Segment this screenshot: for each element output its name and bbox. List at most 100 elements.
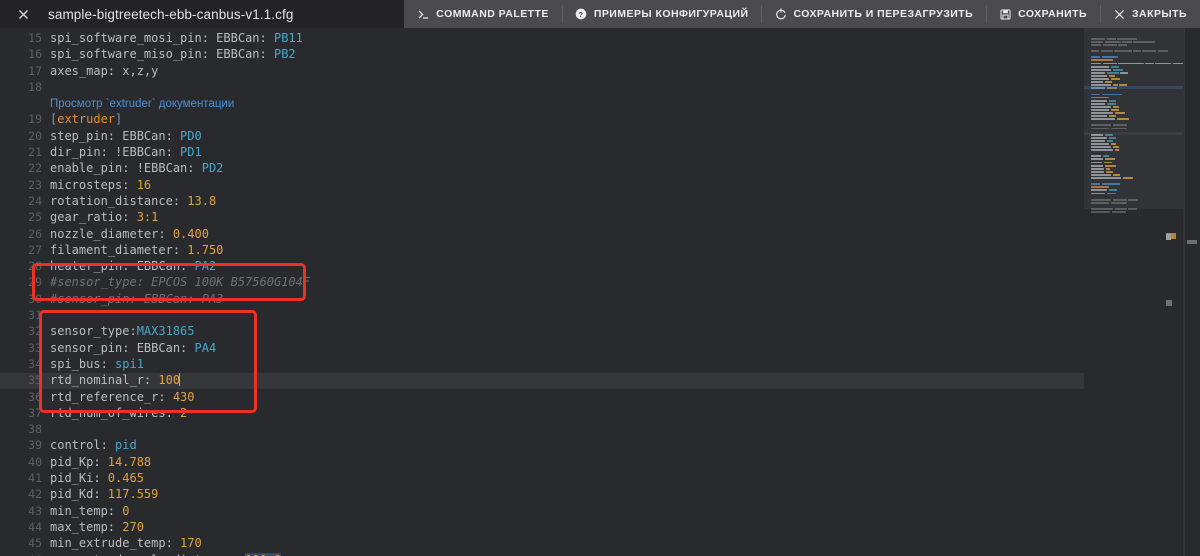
minimap-marker	[1166, 234, 1171, 240]
code-line[interactable]: 26 nozzle_diameter: 0.400	[0, 226, 1084, 242]
close-window-icon[interactable]	[10, 1, 36, 27]
code-token: pid_Ki:	[50, 471, 108, 486]
line-number: 27	[28, 242, 42, 257]
title-bar: sample-bigtreetech-ebb-canbus-v1.1.cfg C…	[0, 0, 1200, 28]
line-number: 34	[28, 356, 42, 371]
code-line[interactable]: 28 heater_pin: EBBCan: PA2	[0, 258, 1084, 274]
code-token: 100	[158, 373, 181, 388]
code-token: spi_software_mosi_pin: EBBCan:	[50, 31, 274, 45]
code-line[interactable]: 44 max_temp: 270	[0, 519, 1084, 535]
code-token: 14.788	[107, 454, 152, 469]
line-number: 25	[28, 210, 42, 225]
code-line-text: pid_Kp: 14.788	[50, 454, 151, 470]
line-number: 31	[28, 308, 42, 323]
code-token: PB11	[273, 31, 303, 45]
code-token: ]	[115, 112, 123, 127]
code-line[interactable]: 23 microsteps: 16	[0, 177, 1084, 193]
line-number: 18	[28, 79, 42, 94]
code-line[interactable]: 39 control: pid	[0, 437, 1084, 453]
code-line[interactable]: 25 gear_ratio: 3:1	[0, 209, 1084, 225]
code-line[interactable]: 22 enable_pin: !EBBCan: PD2	[0, 160, 1084, 176]
code-token: 430	[172, 389, 195, 404]
code-token: PA4	[194, 340, 217, 355]
code-token: PD1	[180, 145, 202, 160]
code-line[interactable]: 36 rtd_reference_r: 430	[0, 389, 1084, 405]
code-line-text: dir_pin: !EBBCan: PD1	[50, 144, 202, 160]
code-line[interactable]: 27 filament_diameter: 1.750	[0, 242, 1084, 258]
file-name-title: sample-bigtreetech-ebb-canbus-v1.1.cfg	[48, 6, 294, 22]
code-line[interactable]: 32 sensor_type:MAX31865	[0, 323, 1084, 339]
code-line[interactable]: 17 axes_map: x,z,y	[0, 63, 1084, 79]
code-line-text: nozzle_diameter: 0.400	[50, 226, 209, 242]
code-token: rtd_nominal_r:	[50, 373, 159, 388]
code-pane[interactable]: 15 spi_software_mosi_pin: EBBCan: PB11 16 s…	[0, 28, 1084, 556]
code-line-text: rtd_reference_r: 430	[50, 389, 195, 405]
code-token: 13.8	[187, 193, 217, 208]
code-line[interactable]: 46 max_extrude_only_distance: 100.0	[0, 552, 1084, 556]
code-line[interactable]: 41 pid_Ki: 0.465	[0, 470, 1084, 486]
code-line[interactable]: 19 [extruder]	[0, 111, 1084, 127]
code-line[interactable]: 20 step_pin: EBBCan: PD0	[0, 128, 1084, 144]
code-token: MAX31865	[136, 324, 195, 339]
code-line-text: #sensor_type: EPCOS 100K B57560G104F	[50, 274, 310, 290]
config-examples-button[interactable]: ? ПРИМЕРЫ КОНФИГУРАЦИЙ	[561, 0, 762, 28]
config-editor-window: sample-bigtreetech-ebb-canbus-v1.1.cfg C…	[0, 0, 1200, 556]
line-number: 24	[28, 193, 42, 208]
title-bar-left: sample-bigtreetech-ebb-canbus-v1.1.cfg	[0, 0, 405, 28]
line-number: 40	[28, 454, 42, 469]
line-number: 19	[28, 112, 42, 127]
code-line[interactable]: Просмотр `extruder` документации	[0, 95, 1084, 111]
code-line[interactable]: 38	[0, 421, 1084, 437]
save-button[interactable]: СОХРАНИТЬ	[986, 0, 1100, 28]
code-token: sensor_type:	[50, 324, 137, 339]
code-line-text: Просмотр `extruder` документации	[50, 95, 234, 112]
line-number: 32	[28, 324, 42, 339]
code-line-text: rtd_num_of_wires: 2	[50, 405, 187, 421]
code-line[interactable]: 24 rotation_distance: 13.8	[0, 193, 1084, 209]
line-number: 44	[28, 519, 42, 534]
code-token: 2	[180, 405, 188, 420]
code-line[interactable]: 45 min_extrude_temp: 170	[0, 535, 1084, 551]
line-number: 28	[28, 259, 42, 274]
overview-ruler-scrollbar[interactable]	[1184, 28, 1200, 556]
code-line-text: step_pin: EBBCan: PD0	[50, 128, 202, 144]
code-line[interactable]: 21 dir_pin: !EBBCan: PD1	[0, 144, 1084, 160]
code-line[interactable]: 42 pid_Kd: 117.559	[0, 486, 1084, 502]
line-number: 43	[28, 503, 42, 518]
code-line-text: filament_diameter: 1.750	[50, 242, 223, 258]
code-line[interactable]: 37 rtd_num_of_wires: 2	[0, 405, 1084, 421]
command-palette-button[interactable]: COMMAND PALETTE	[404, 0, 562, 28]
close-editor-button[interactable]: ЗАКРЫТЬ	[1100, 0, 1200, 28]
code-line-text: #sensor_pin: EBBCan: PA3	[50, 291, 223, 307]
svg-text:?: ?	[579, 10, 584, 19]
line-number: 30	[28, 291, 42, 306]
code-lines-container[interactable]: 15 spi_software_mosi_pin: EBBCan: PB11 16 s…	[0, 30, 1084, 556]
text-cursor	[179, 373, 181, 387]
code-token: spi_bus:	[50, 356, 116, 371]
code-line[interactable]: 15 spi_software_mosi_pin: EBBCan: PB11	[0, 30, 1084, 46]
code-line[interactable]: 16 spi_software_miso_pin: EBBCan: PB2	[0, 46, 1084, 62]
code-token: 0	[122, 503, 130, 518]
code-token: pid_Kd:	[50, 487, 108, 502]
code-line[interactable]: 40 pid_Kp: 14.788	[0, 454, 1084, 470]
code-editor[interactable]: 15 spi_software_mosi_pin: EBBCan: PB11 16 s…	[0, 28, 1200, 556]
code-line[interactable]: 33 sensor_pin: EBBCan: PA4	[0, 340, 1084, 356]
code-token: microsteps:	[50, 177, 137, 192]
code-line[interactable]: 43 min_temp: 0	[0, 503, 1084, 519]
code-token: spi1	[115, 356, 144, 371]
code-line[interactable]: 30 #sensor_pin: EBBCan: PA3	[0, 291, 1084, 307]
code-line[interactable]: 34 spi_bus: spi1	[0, 356, 1084, 372]
line-number: 45	[28, 536, 42, 551]
code-token: heater_pin: EBBCan:	[50, 259, 195, 274]
code-line[interactable]: 31	[0, 307, 1084, 323]
code-token: 16	[136, 177, 152, 192]
save-and-restart-button[interactable]: СОХРАНИТЬ И ПЕРЕЗАГРУЗИТЬ	[761, 0, 986, 28]
line-number: 22	[28, 161, 42, 176]
line-number: 23	[28, 177, 42, 192]
code-line[interactable]: 29 #sensor_type: EPCOS 100K B57560G104F	[0, 274, 1084, 290]
terminal-prompt-icon	[417, 8, 430, 21]
code-token: step_pin: EBBCan:	[50, 128, 181, 143]
code-line[interactable]: 18	[0, 79, 1084, 95]
code-line[interactable]: 35 rtd_nominal_r: 100	[0, 372, 1084, 388]
code-line-text: microsteps: 16	[50, 177, 151, 193]
